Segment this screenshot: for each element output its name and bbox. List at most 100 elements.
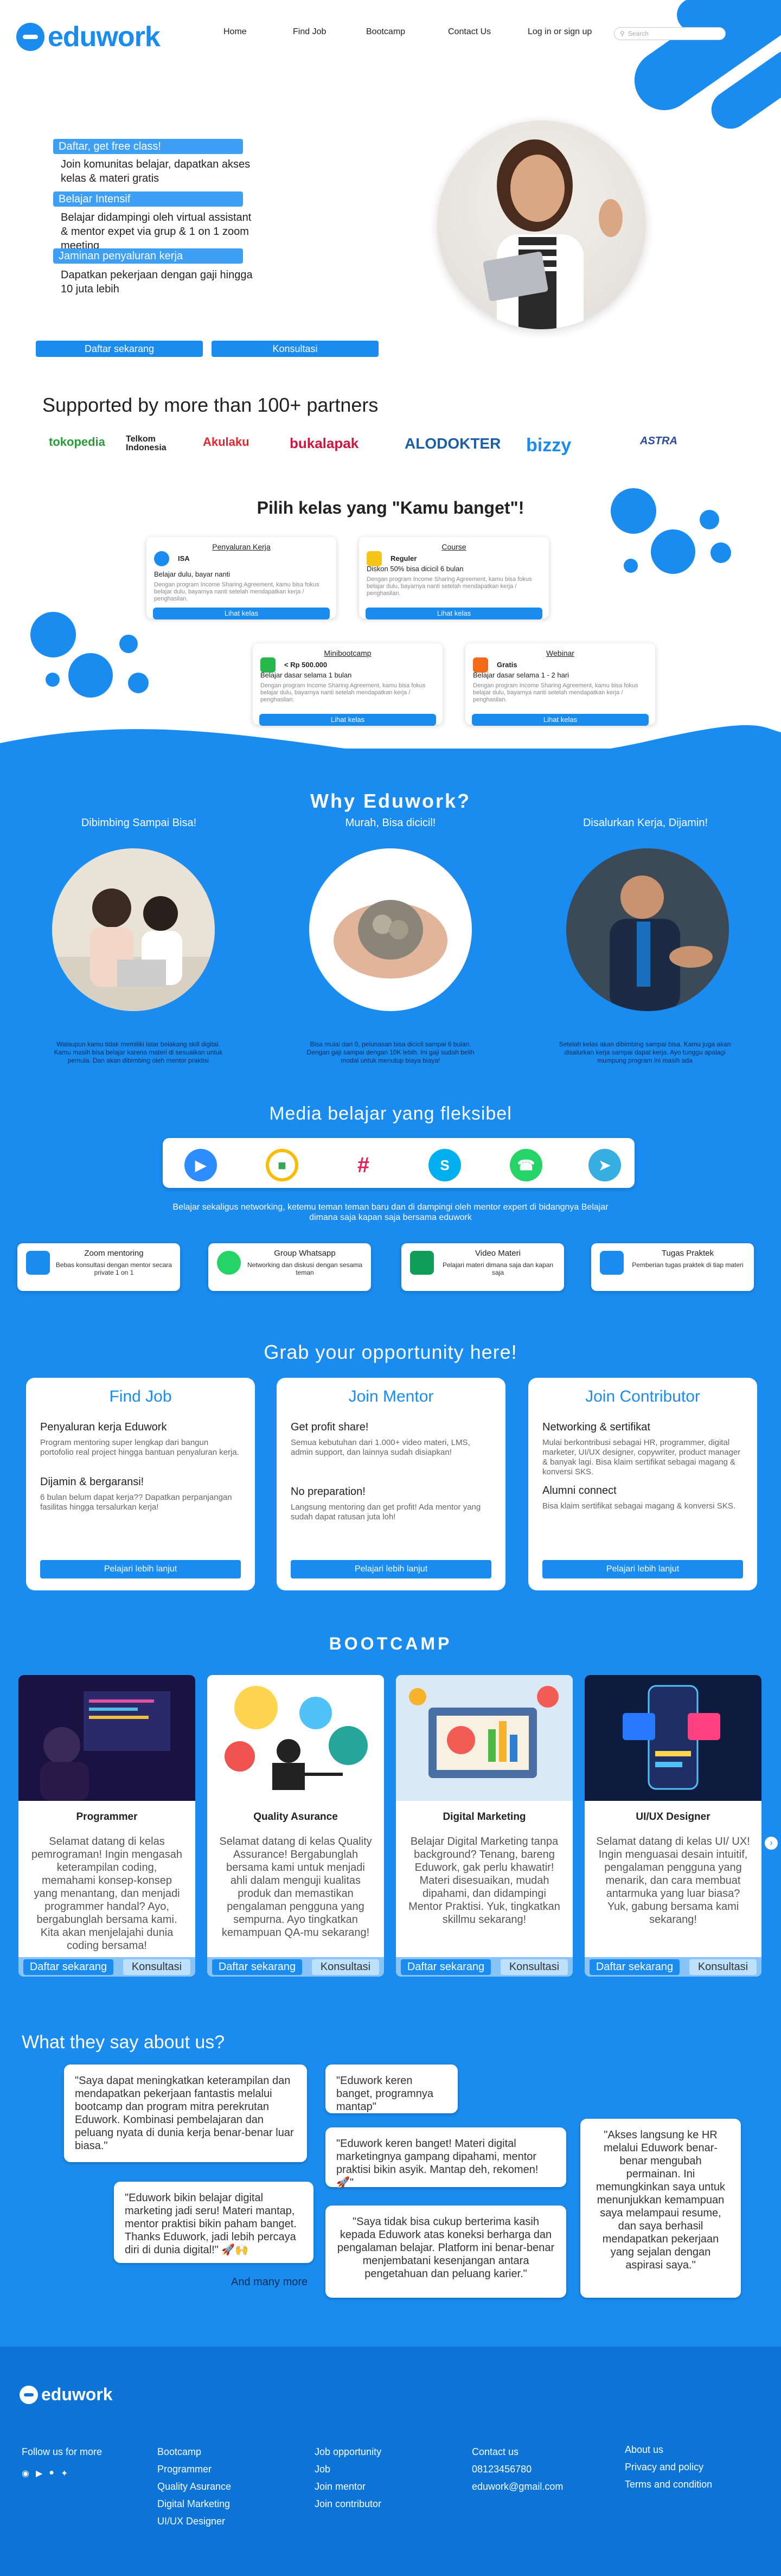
why-photo-mentoring [52, 848, 215, 1011]
search-placeholder: Search [628, 30, 649, 37]
media-card: Zoom mentoring Bebas konsultasi dengan m… [17, 1243, 180, 1291]
konsultasi-button[interactable]: Konsultasi [212, 341, 379, 357]
and-many-more[interactable]: And many more [231, 2276, 308, 2289]
footer-job-heading: Job opportunity [315, 2446, 382, 2457]
bootcamp-card[interactable]: Digital Marketing Belajar Digital Market… [396, 1675, 573, 1977]
grab-card: Join Contributor Networking & sertifikat… [528, 1378, 757, 1590]
konsultasi-button[interactable]: Konsultasi [123, 1959, 191, 1975]
privacy-link[interactable]: Privacy and policy [625, 2458, 712, 2476]
testimonial-card: "Saya dapat meningkatkan keterampilan da… [64, 2064, 307, 2162]
footer-logo[interactable]: eduwork [20, 2385, 113, 2405]
carousel-next-icon[interactable]: › [765, 1837, 778, 1850]
footer-phone[interactable]: 08123456780 [472, 2460, 563, 2478]
instagram-icon[interactable]: ◉ [22, 2468, 29, 2479]
why-caption: Disalurkan Kerja, Dijamin! [582, 817, 708, 829]
learn-more-button[interactable]: Pelajari lebih lanjut [542, 1560, 743, 1578]
footer-link[interactable]: Digital Marketing [157, 2495, 231, 2513]
footer-link[interactable]: Join mentor [315, 2478, 381, 2495]
class-small: Dengan program Income Sharing Agreement,… [473, 682, 638, 703]
bootcamp-card[interactable]: Quality Asurance Selamat datang di kelas… [207, 1675, 384, 1977]
learn-more-button[interactable]: Pelajari lebih lanjut [40, 1560, 241, 1578]
testimonial-card: "Akses langsung ke HR melalui Eduwork be… [580, 2119, 741, 2298]
konsultasi-button[interactable]: Konsultasi [500, 1959, 568, 1975]
grab-heading: Penyaluran kerja Eduwork [40, 1421, 167, 1433]
class-price: Gratis [497, 661, 517, 669]
partner-logo-telkom: Telkom Indonesia [126, 434, 167, 452]
testimonials-title: What they say about us? [22, 2032, 225, 2053]
daftar-button[interactable]: Daftar sekarang [36, 341, 203, 357]
footer-email[interactable]: eduwork@gmail.com [472, 2478, 563, 2495]
class-card[interactable]: Webinar Gratis Belajar dasar selama 1 - … [465, 643, 655, 726]
why-caption: Murah, Bisa dicicil! [345, 817, 436, 829]
deco-bubble [710, 542, 731, 563]
grab-card-title: Join Contributor [585, 1388, 700, 1405]
class-type: Webinar [546, 649, 574, 657]
lihat-kelas-button[interactable]: Lihat kelas [153, 608, 330, 619]
class-desc: Belajar dulu, bayar nanti [154, 570, 231, 578]
nav-login[interactable]: Log in or sign up [528, 27, 592, 37]
konsultasi-button[interactable]: Konsultasi [311, 1959, 380, 1975]
partner-logo-alodokter: ALODOKTER [405, 435, 501, 452]
media-card-desc: Networking dan diskusi dengan sesama tem… [247, 1261, 363, 1276]
search-input[interactable]: ⚲ Search [614, 27, 726, 40]
nav-bootcamp[interactable]: Bootcamp [366, 27, 405, 37]
hero-pill: Daftar, get free class! [53, 139, 243, 154]
bootcamp-card-title: UI/UX Designer [636, 1811, 710, 1823]
footer-link[interactable]: Join contributor [315, 2495, 381, 2513]
deco-bubble [611, 488, 656, 534]
about-link[interactable]: About us [625, 2441, 712, 2458]
media-card-desc: Bebas konsultasi dengan mentor secara pr… [55, 1261, 172, 1276]
partner-logo-akulaku: Akulaku [203, 435, 249, 449]
facebook-icon[interactable]: ● [49, 2468, 54, 2479]
partners-title: Supported by more than 100+ partners [42, 394, 379, 416]
twitter-icon[interactable]: ✦ [61, 2468, 68, 2479]
nav-home[interactable]: Home [223, 27, 247, 37]
grab-desc: Semua kebutuhan dari 1.000+ video materi… [291, 1438, 470, 1457]
grab-card: Find Job Penyaluran kerja Eduwork Progra… [26, 1378, 255, 1590]
daftar-button[interactable]: Daftar sekarang [212, 1959, 303, 1975]
lihat-kelas-button[interactable]: Lihat kelas [366, 608, 542, 619]
class-price: ISA [178, 554, 190, 562]
bootcamp-card[interactable]: UI/UX Designer Selamat datang di kelas U… [585, 1675, 761, 1977]
class-small: Dengan program Income Sharing Agreement,… [367, 576, 532, 597]
bootcamp-card[interactable]: Programmer Selamat datang di kelas pemro… [18, 1675, 195, 1977]
skype-icon: S [428, 1149, 461, 1181]
class-small: Dengan program Income Sharing Agreement,… [260, 682, 426, 703]
media-card-title: Tugas Praktek [661, 1249, 714, 1258]
nav-find-job[interactable]: Find Job [293, 27, 326, 37]
chat-icon [26, 1251, 50, 1275]
daftar-button[interactable]: Daftar sekarang [400, 1959, 491, 1975]
learn-more-button[interactable]: Pelajari lebih lanjut [291, 1560, 491, 1578]
media-card-desc: Pemberian tugas praktek di tiap materi [632, 1261, 744, 1269]
footer-about-list: About us Privacy and policy Terms and co… [625, 2441, 712, 2493]
media-title: Media belajar yang fleksibel [269, 1103, 512, 1124]
footer-link[interactable]: Programmer [157, 2460, 231, 2478]
class-card[interactable]: Penyaluran Kerja ISA Belajar dulu, bayar… [146, 537, 336, 619]
footer-link[interactable]: UI/UX Designer [157, 2513, 231, 2530]
media-card-title: Group Whatsapp [274, 1249, 336, 1258]
why-photo-coins [309, 848, 472, 1011]
brand-logo[interactable]: eduwork [16, 21, 161, 53]
konsultasi-button[interactable]: Konsultasi [689, 1959, 757, 1975]
deco-bubble [119, 635, 138, 653]
bootcamp-card-desc: Belajar Digital Marketing tanpa backgrou… [408, 1836, 560, 1926]
footer-link[interactable]: Quality Asurance [157, 2478, 231, 2495]
footer-bootcamp-list: Programmer Quality Asurance Digital Mark… [157, 2460, 231, 2530]
partner-logo-bukalapak: bukalapak [290, 435, 359, 451]
why-photo-handshake [566, 848, 729, 1011]
hero-pill: Jaminan penyaluran kerja [53, 248, 243, 264]
nav-contact[interactable]: Contact Us [448, 27, 491, 37]
terms-link[interactable]: Terms and condition [625, 2476, 712, 2493]
grab-desc: 6 bulan belum dapat kerja?? Dapatkan per… [40, 1493, 232, 1512]
footer-link[interactable]: Job [315, 2460, 381, 2478]
youtube-icon[interactable]: ▶ [36, 2468, 42, 2479]
grab-desc: Langsung mentoring dan get profit! Ada m… [291, 1503, 481, 1522]
media-card-desc: Pelajari materi dimana saja dan kapan sa… [442, 1261, 554, 1276]
person-icon [154, 551, 169, 566]
grab-card-title: Join Mentor [348, 1388, 434, 1405]
daftar-button[interactable]: Daftar sekarang [23, 1959, 114, 1975]
daftar-button[interactable]: Daftar sekarang [589, 1959, 680, 1975]
class-card[interactable]: Minibootcamp < Rp 500.000 Belajar dasar … [253, 643, 443, 726]
class-card[interactable]: Course Reguler Diskon 50% bisa dicicil 6… [359, 537, 549, 619]
class-desc: Belajar dasar selama 1 bulan [260, 671, 352, 679]
